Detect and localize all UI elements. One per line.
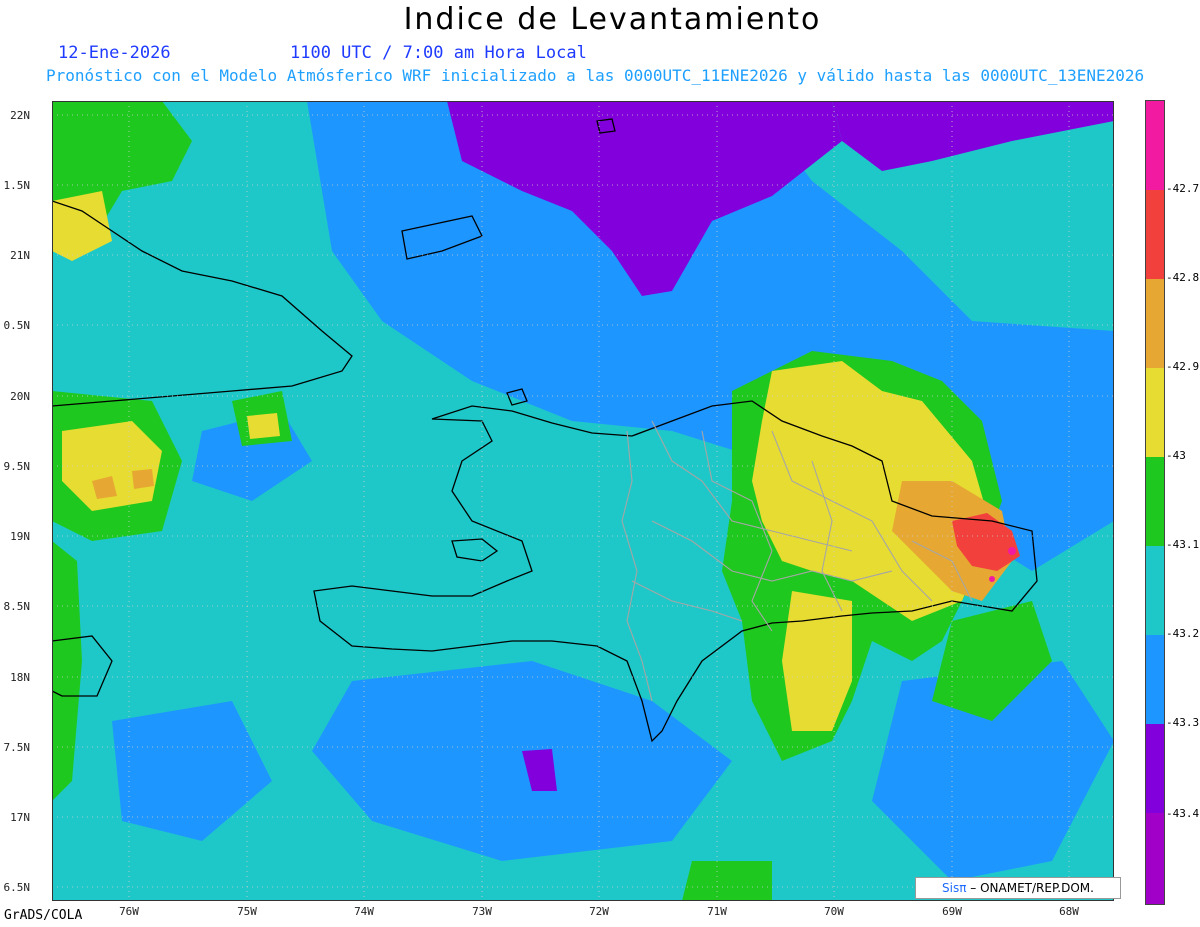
colorbar-label: -43 [1166,449,1186,462]
lat-label: 22N [10,109,30,122]
lon-label: 71W [707,905,727,918]
colorbar-label: -42.7 [1166,182,1200,195]
lat-label: 21N [10,249,30,262]
lat-label: 19N [10,530,30,543]
colorbar-label: -43.2 [1166,627,1200,640]
colorbar-label: -43.1 [1166,538,1200,551]
colorbar-segment [1146,724,1164,813]
colorbar-label: -43.4 [1166,807,1200,820]
lat-label: 20N [10,390,30,403]
lat-label: 8.5N [3,600,31,613]
lon-label: 74W [354,905,374,918]
lon-label: 69W [942,905,962,918]
lat-label: 7.5N [3,741,31,754]
onamet-brand-box: Sisπ – ONAMET/REP.DOM. [915,877,1121,899]
map-title: Indice de Levantamiento [403,2,822,37]
colorbar-segment [1146,635,1164,724]
lat-label: 9.5N [3,460,31,473]
colorbar-segment [1146,101,1164,190]
lon-label: 72W [589,905,609,918]
colorbar-segment [1146,279,1164,368]
lon-label: 68W [1059,905,1079,918]
lon-label: 70W [824,905,844,918]
colorbar-segment [1146,190,1164,279]
brand-text: – ONAMET/REP.DOM. [970,881,1094,895]
colorbar-label: -42.8 [1166,271,1200,284]
colorbar [1145,100,1165,905]
colorbar-segment [1146,368,1164,457]
colorbar-segment [1146,457,1164,546]
lon-label: 75W [237,905,257,918]
valid-time: 1100 UTC / 7:00 am Hora Local [290,43,587,63]
sis-logo: Sisπ [942,881,967,895]
colorbar-segment [1146,813,1164,904]
grads-credit: GrADS/COLA [4,908,83,923]
lat-label: 1.5N [3,179,31,192]
lat-label: 18N [10,671,30,684]
lon-label: 73W [472,905,492,918]
lat-label: 6.5N [3,881,31,894]
colorbar-label: -42.9 [1166,360,1200,373]
model-subtitle: Pronóstico con el Modelo Atmósferico WRF… [46,66,1145,85]
colorbar-label: -43.3 [1166,716,1200,729]
lifted-index-map [52,101,1114,901]
lat-label: 0.5N [3,319,31,332]
lon-label: 76W [119,905,139,918]
colorbar-segment [1146,546,1164,635]
lat-label: 17N [10,811,30,824]
forecast-date: 12-Ene-2026 [58,43,171,63]
